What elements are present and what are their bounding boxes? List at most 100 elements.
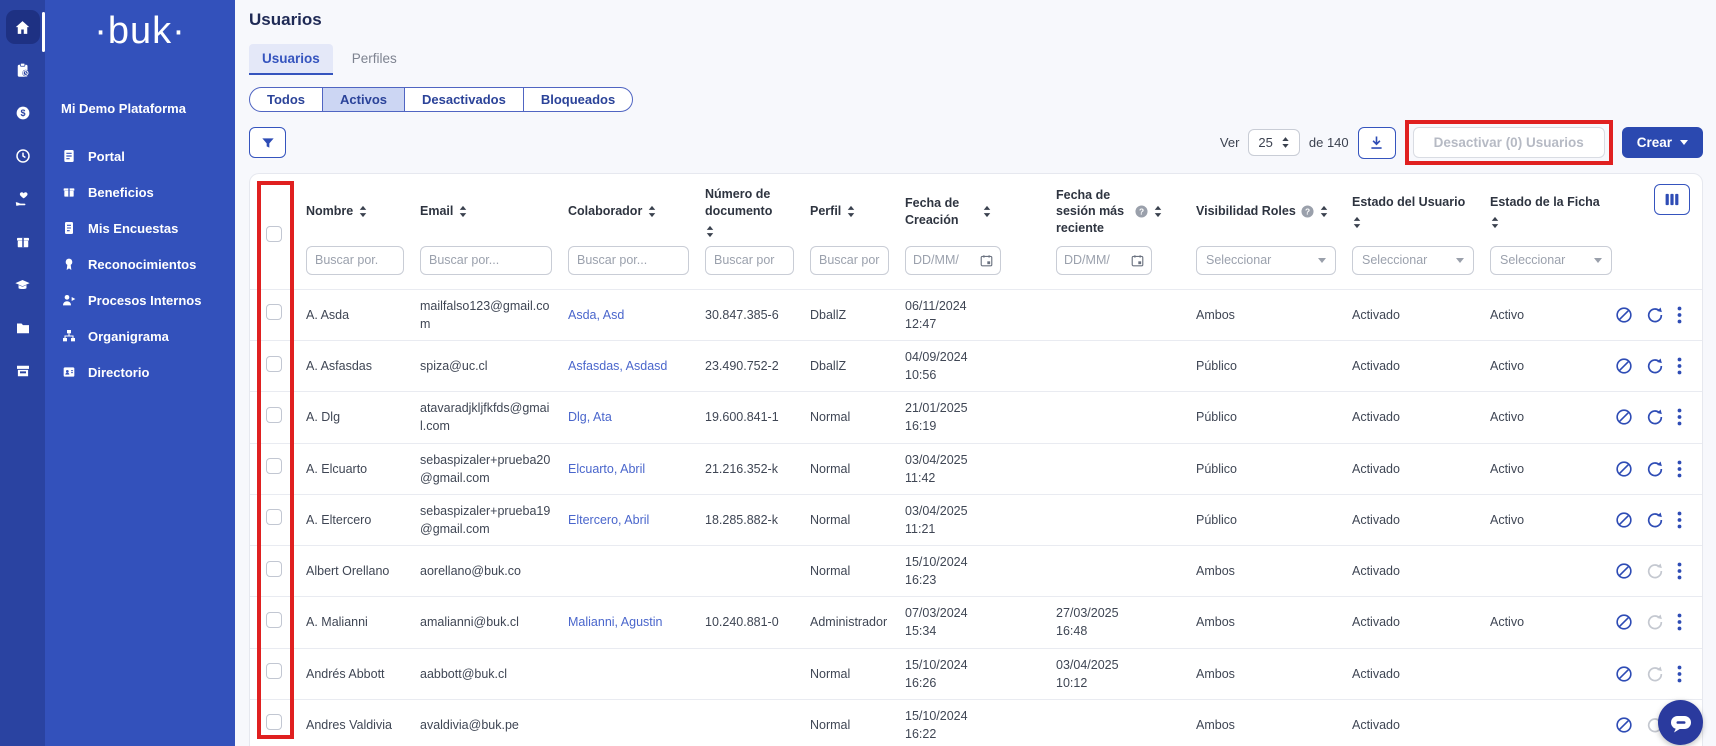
row-menu-button[interactable] <box>1677 511 1682 529</box>
sidebar-item-reconocimientos[interactable]: Reconocimientos <box>45 246 235 282</box>
collaborator-link[interactable]: Asda, Asd <box>568 308 624 322</box>
rail-marketplace-button[interactable] <box>6 354 40 388</box>
sidebar-item-directorio[interactable]: Directorio <box>45 354 235 390</box>
row-checkbox[interactable] <box>266 663 282 679</box>
row-menu-button[interactable] <box>1677 460 1682 478</box>
row-menu-button[interactable] <box>1677 562 1682 580</box>
rail-payroll-button[interactable]: $ <box>6 96 40 130</box>
sort-icon[interactable] <box>647 205 657 218</box>
sidebar-item-portal[interactable]: Portal <box>45 138 235 174</box>
restore-user-button[interactable] <box>1646 306 1664 324</box>
column-header-perfil[interactable]: Perfil <box>810 203 889 220</box>
filter-fecha-creacion-input[interactable]: DD/MM/ <box>905 246 1001 275</box>
sidebar-item-procesos-internos[interactable]: Procesos Internos <box>45 282 235 318</box>
row-menu-button[interactable] <box>1677 357 1682 375</box>
filter-email-input[interactable] <box>420 246 552 275</box>
help-icon[interactable]: ? <box>1301 205 1314 218</box>
deactivate-user-button[interactable] <box>1615 511 1633 529</box>
row-checkbox[interactable] <box>266 509 282 525</box>
restore-user-button[interactable] <box>1646 562 1664 580</box>
row-menu-button[interactable] <box>1677 665 1682 683</box>
rail-tasks-button[interactable] <box>6 53 40 87</box>
filter-perfil-input[interactable] <box>810 246 889 275</box>
deactivate-user-button[interactable] <box>1615 357 1633 375</box>
deactivate-user-button[interactable] <box>1615 460 1633 478</box>
row-menu-button[interactable] <box>1677 306 1682 324</box>
deactivate-user-button[interactable] <box>1615 562 1633 580</box>
row-checkbox[interactable] <box>266 304 282 320</box>
segment-activos[interactable]: Activos <box>322 88 404 111</box>
rail-time-button[interactable] <box>6 139 40 173</box>
column-header-nombre[interactable]: Nombre <box>306 203 404 220</box>
row-menu-button[interactable] <box>1677 408 1682 426</box>
deactivate-users-button[interactable]: Desactivar (0) Usuarios <box>1413 127 1605 158</box>
deactivate-user-button[interactable] <box>1615 665 1633 683</box>
row-checkbox[interactable] <box>266 407 282 423</box>
filter-estado-usuario-select[interactable]: Seleccionar <box>1352 246 1474 275</box>
sort-icon[interactable] <box>1153 205 1163 218</box>
column-header-email[interactable]: Email <box>420 203 552 220</box>
row-menu-button[interactable] <box>1677 613 1682 631</box>
collaborator-link[interactable]: Dlg, Ata <box>568 410 612 424</box>
rail-home-button[interactable] <box>6 10 40 44</box>
filter-button[interactable] <box>249 127 286 158</box>
filter-nombre-input[interactable] <box>306 246 404 275</box>
row-checkbox[interactable] <box>266 714 282 730</box>
deactivate-user-button[interactable] <box>1615 613 1633 631</box>
column-header-fecha-sesion[interactable]: Fecha de sesión más reciente? <box>1056 187 1180 238</box>
filter-fecha-sesion-input[interactable]: DD/MM/ <box>1056 246 1152 275</box>
collaborator-link[interactable]: Asfasdas, Asdasd <box>568 359 667 373</box>
sort-icon[interactable] <box>1490 216 1500 229</box>
deactivate-user-button[interactable] <box>1615 408 1633 426</box>
filter-documento-input[interactable] <box>705 246 794 275</box>
column-header-estado-ficha[interactable]: Estado de la Ficha <box>1490 194 1612 229</box>
column-header-estado-usuario[interactable]: Estado del Usuario <box>1352 194 1474 229</box>
deactivate-user-button[interactable] <box>1615 306 1633 324</box>
sort-icon[interactable] <box>458 205 468 218</box>
sort-icon[interactable] <box>1319 205 1329 218</box>
filter-visibilidad-select[interactable]: Seleccionar <box>1196 246 1336 275</box>
rail-documents-button[interactable] <box>6 311 40 345</box>
sidebar-item-mis-encuestas[interactable]: Mis Encuestas <box>45 210 235 246</box>
select-all-checkbox[interactable] <box>266 226 282 242</box>
deactivate-user-button[interactable] <box>1615 716 1633 734</box>
sort-icon[interactable] <box>705 225 715 238</box>
column-header-colaborador[interactable]: Colaborador <box>568 203 689 220</box>
row-checkbox[interactable] <box>266 356 282 372</box>
tab-perfiles[interactable]: Perfiles <box>339 44 410 75</box>
page-size-select[interactable]: 25 <box>1248 129 1299 156</box>
column-header-visibilidad[interactable]: Visibilidad Roles? <box>1196 203 1336 220</box>
sort-icon[interactable] <box>982 205 992 218</box>
restore-user-button[interactable] <box>1646 613 1664 631</box>
row-checkbox[interactable] <box>266 458 282 474</box>
segment-desactivados[interactable]: Desactivados <box>404 88 523 111</box>
column-header-documento[interactable]: Número de documento <box>705 186 794 238</box>
restore-user-button[interactable] <box>1646 408 1664 426</box>
restore-user-button[interactable] <box>1646 665 1664 683</box>
sidebar-item-beneficios[interactable]: Beneficios <box>45 174 235 210</box>
row-checkbox[interactable] <box>266 561 282 577</box>
restore-user-button[interactable] <box>1646 357 1664 375</box>
filter-estado-ficha-select[interactable]: Seleccionar <box>1490 246 1612 275</box>
column-settings-button[interactable] <box>1654 184 1690 215</box>
row-checkbox[interactable] <box>266 612 282 628</box>
rail-training-button[interactable] <box>6 268 40 302</box>
create-button[interactable]: Crear <box>1622 127 1703 158</box>
tab-usuarios[interactable]: Usuarios <box>249 44 333 75</box>
chat-fab-button[interactable] <box>1658 700 1703 745</box>
sort-icon[interactable] <box>358 205 368 218</box>
filter-colaborador-input[interactable] <box>568 246 689 275</box>
collaborator-link[interactable]: Eltercero, Abril <box>568 513 649 527</box>
help-icon[interactable]: ? <box>1135 205 1148 218</box>
collaborator-link[interactable]: Elcuarto, Abril <box>568 462 645 476</box>
segment-todos[interactable]: Todos <box>250 88 322 111</box>
segment-bloqueados[interactable]: Bloqueados <box>523 88 632 111</box>
restore-user-button[interactable] <box>1646 460 1664 478</box>
sort-icon[interactable] <box>1352 216 1362 229</box>
download-button[interactable] <box>1358 127 1396 159</box>
sort-icon[interactable] <box>846 205 856 218</box>
rail-talent-button[interactable] <box>6 182 40 216</box>
sidebar-item-organigrama[interactable]: Organigrama <box>45 318 235 354</box>
collaborator-link[interactable]: Malianni, Agustin <box>568 615 663 629</box>
restore-user-button[interactable] <box>1646 511 1664 529</box>
